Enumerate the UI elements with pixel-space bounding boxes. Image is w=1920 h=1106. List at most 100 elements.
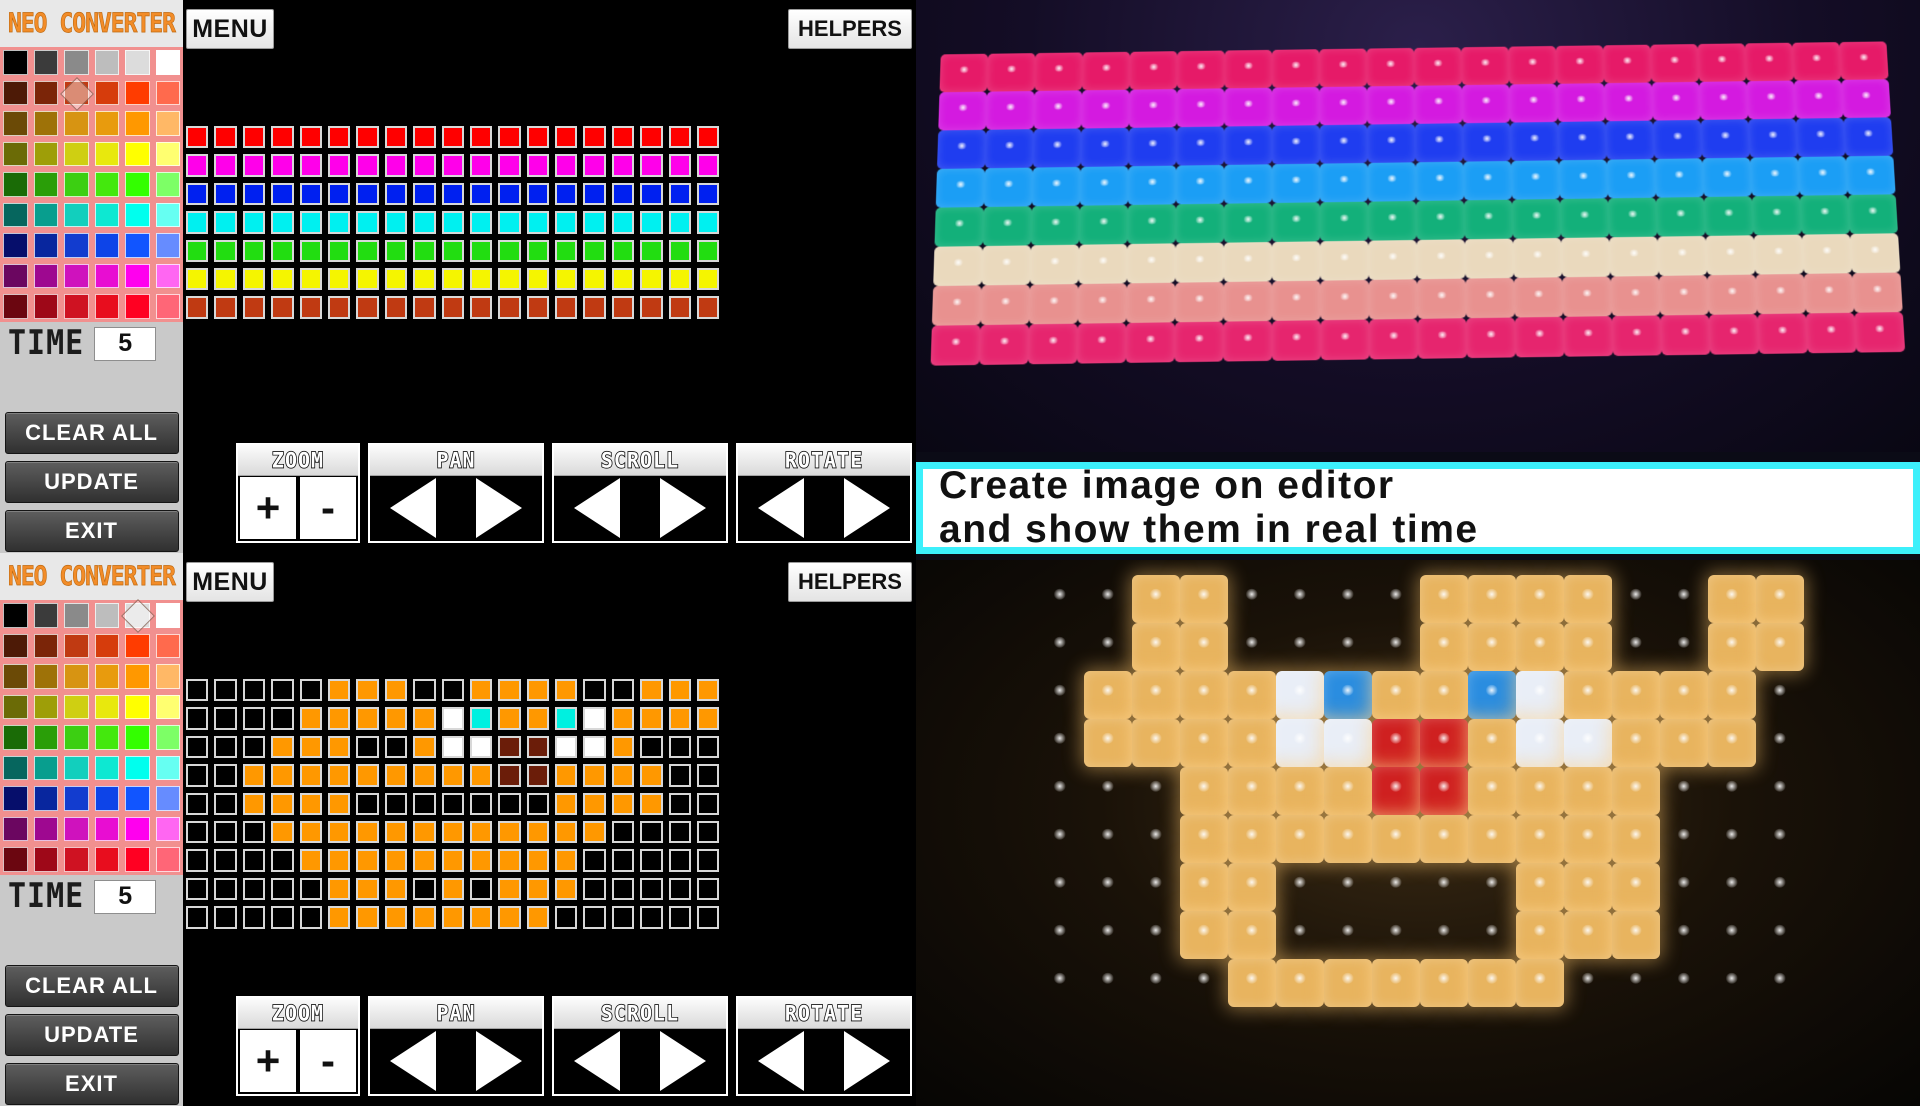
led-cell[interactable]	[637, 179, 666, 209]
led-cell[interactable]	[580, 264, 609, 294]
led-cell[interactable]	[580, 151, 609, 180]
led-cell[interactable]	[324, 179, 354, 209]
menu-button[interactable]: MENU	[186, 9, 274, 49]
led-cell[interactable]	[381, 874, 411, 904]
led-cell[interactable]	[381, 179, 411, 209]
led-cell[interactable]	[438, 151, 467, 180]
palette-swatch[interactable]	[61, 661, 92, 692]
palette-swatch[interactable]	[0, 783, 31, 814]
led-cell[interactable]	[466, 208, 496, 237]
led-cell[interactable]	[665, 817, 695, 847]
led-cell[interactable]	[268, 761, 297, 790]
led-cell[interactable]	[523, 676, 553, 705]
led-cell[interactable]	[324, 208, 354, 237]
led-cell[interactable]	[438, 789, 467, 818]
led-cell[interactable]	[466, 123, 496, 152]
palette-swatch[interactable]	[61, 138, 92, 169]
led-cell[interactable]	[665, 208, 695, 237]
led-cell[interactable]	[637, 151, 666, 180]
led-cell[interactable]	[495, 123, 524, 152]
led-cell[interactable]	[495, 761, 524, 790]
palette-swatch[interactable]	[61, 691, 92, 722]
led-cell[interactable]	[552, 676, 581, 705]
led-cell[interactable]	[694, 761, 723, 790]
led-cell[interactable]	[324, 789, 354, 818]
palette-swatch[interactable]	[0, 813, 31, 844]
led-cell[interactable]	[410, 761, 439, 790]
led-cell[interactable]	[608, 123, 638, 152]
led-cell[interactable]	[495, 179, 524, 209]
led-cell[interactable]	[694, 903, 723, 932]
led-cell[interactable]	[183, 123, 212, 152]
palette-swatch[interactable]	[30, 630, 61, 661]
color-palette[interactable]	[0, 47, 183, 322]
palette-swatch[interactable]	[91, 600, 122, 631]
led-cell[interactable]	[637, 761, 666, 790]
led-cell[interactable]	[552, 874, 581, 904]
palette-swatch[interactable]	[30, 108, 61, 139]
led-cell[interactable]	[665, 123, 695, 152]
palette-swatch[interactable]	[30, 47, 61, 78]
led-cell[interactable]	[608, 293, 638, 322]
palette-swatch[interactable]	[0, 630, 31, 661]
palette-swatch[interactable]	[0, 752, 31, 783]
time-input[interactable]: 5	[94, 326, 157, 361]
led-cell[interactable]	[608, 874, 638, 904]
palette-swatch[interactable]	[122, 108, 153, 139]
led-cell[interactable]	[353, 123, 382, 152]
palette-swatch[interactable]	[122, 783, 153, 814]
led-cell[interactable]	[637, 789, 666, 818]
led-cell[interactable]	[353, 846, 382, 875]
led-cell[interactable]	[694, 817, 723, 847]
led-cell[interactable]	[239, 704, 269, 733]
led-cell[interactable]	[466, 732, 496, 762]
led-cell[interactable]	[324, 903, 354, 932]
palette-swatch[interactable]	[30, 260, 61, 291]
palette-swatch[interactable]	[0, 169, 31, 200]
led-cell[interactable]	[239, 179, 269, 209]
palette-swatch[interactable]	[30, 77, 61, 108]
led-cell[interactable]	[410, 676, 439, 705]
led-cell[interactable]	[296, 179, 325, 209]
led-cell[interactable]	[296, 236, 325, 265]
led-cell[interactable]	[665, 179, 695, 209]
led-cell[interactable]	[438, 123, 467, 152]
led-cell[interactable]	[637, 293, 666, 322]
led-cell[interactable]	[296, 732, 325, 762]
clear-all-button[interactable]: CLEAR ALL	[4, 411, 179, 454]
led-cell[interactable]	[552, 846, 581, 875]
palette-swatch[interactable]	[30, 661, 61, 692]
palette-swatch[interactable]	[122, 47, 153, 78]
led-cell[interactable]	[523, 817, 553, 847]
led-cell[interactable]	[608, 817, 638, 847]
led-cell[interactable]	[552, 179, 581, 209]
led-cell[interactable]	[523, 874, 553, 904]
palette-swatch[interactable]	[91, 77, 122, 108]
rotate-left-button[interactable]	[738, 1028, 824, 1094]
palette-swatch[interactable]	[122, 169, 153, 200]
led-cell[interactable]	[637, 874, 666, 904]
palette-swatch[interactable]	[152, 600, 183, 631]
led-cell[interactable]	[694, 846, 723, 875]
led-cell[interactable]	[438, 676, 467, 705]
palette-swatch[interactable]	[0, 230, 31, 261]
palette-swatch[interactable]	[122, 630, 153, 661]
led-cell[interactable]	[694, 208, 723, 237]
palette-swatch[interactable]	[122, 722, 153, 753]
scroll-right-button[interactable]	[640, 475, 726, 541]
led-cell[interactable]	[495, 151, 524, 180]
palette-swatch[interactable]	[91, 844, 122, 875]
exit-button[interactable]: EXIT	[4, 509, 179, 552]
palette-swatch[interactable]	[61, 752, 92, 783]
led-cell[interactable]	[211, 874, 240, 904]
scroll-left-button[interactable]	[554, 1028, 640, 1094]
led-cell[interactable]	[495, 789, 524, 818]
clear-all-button[interactable]: CLEAR ALL	[4, 964, 179, 1007]
led-cell[interactable]	[296, 151, 325, 180]
led-cell[interactable]	[523, 732, 553, 762]
led-cell[interactable]	[211, 903, 240, 932]
led-cell[interactable]	[211, 123, 240, 152]
led-cell[interactable]	[239, 732, 269, 762]
led-cell[interactable]	[694, 264, 723, 294]
pan-left-button[interactable]	[370, 475, 456, 541]
